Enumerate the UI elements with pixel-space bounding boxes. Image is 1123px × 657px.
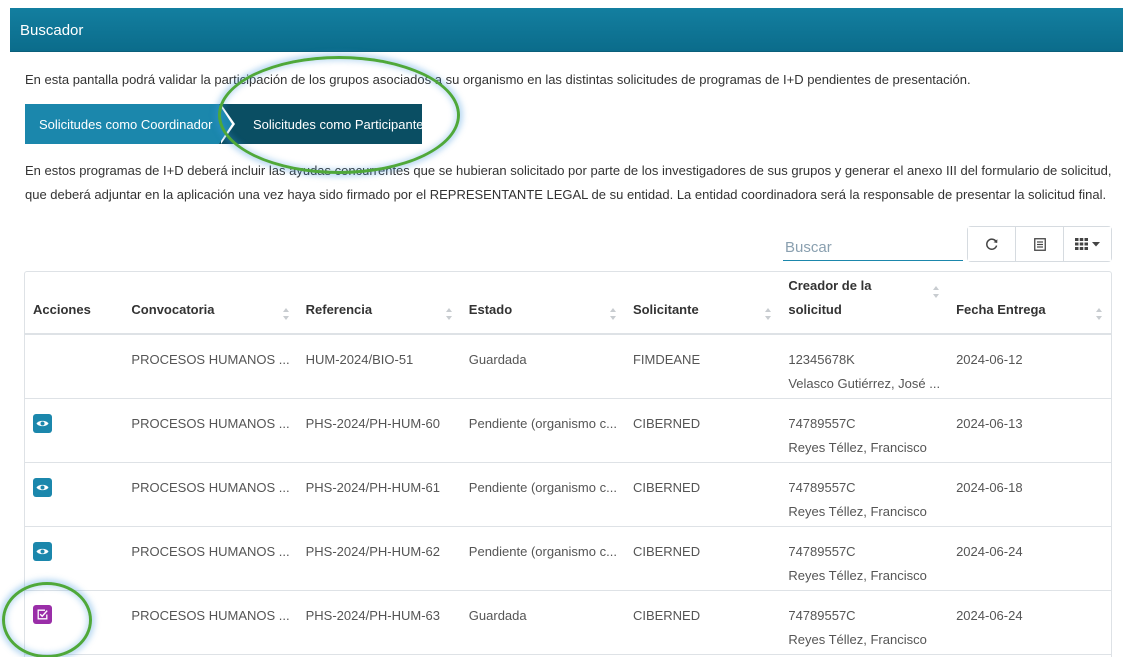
toggle-view-button[interactable] (1016, 227, 1064, 261)
cell-referencia: PHS-2024/PH-HUM-60 (297, 398, 461, 463)
cell-fecha: 2024-06-18 (948, 462, 1111, 527)
tab-arrow (219, 104, 232, 144)
cell-referencia: HUM-2024/BIO-51 (297, 334, 461, 399)
cell-creador: 74789557C Reyes Téllez, Francisco (780, 398, 949, 463)
table-row: PROCESOS HUMANOS ... PHS-2024/PH-HUM-62 … (25, 526, 1111, 591)
description-line-1: En estos programas de I+D deberá incluir… (25, 163, 1112, 178)
list-icon (1033, 237, 1046, 251)
cell-acciones (25, 526, 124, 591)
cell-fecha: 2024-06-13 (948, 398, 1111, 463)
cell-fecha: 2024-06-12 (948, 334, 1111, 399)
table-row: PROCESOS HUMANOS ... PHS-2024/PH-HUM-61 … (25, 462, 1111, 527)
cell-convocatoria: PROCESOS HUMANOS ... (123, 398, 298, 463)
results-table: Acciones Convocatoria Referencia Estado … (25, 272, 1111, 655)
sort-icon (765, 307, 772, 321)
column-header-acciones: Acciones (25, 272, 124, 335)
edit-button[interactable] (33, 604, 52, 624)
table-row: PROCESOS HUMANOS ... PHS-2024/PH-HUM-60 … (25, 398, 1111, 463)
results-table-container: Acciones Convocatoria Referencia Estado … (24, 271, 1112, 657)
cell-estado: Pendiente (organismo c... (460, 526, 625, 591)
search-input[interactable] (783, 229, 963, 261)
cell-estado: Guardada (460, 590, 625, 655)
eye-icon (36, 484, 49, 490)
description-line-2: que deberá adjuntar en la aplicación una… (25, 187, 1107, 202)
column-header-fecha[interactable]: Fecha Entrega (948, 272, 1111, 335)
tab-coordinator-label: Solicitudes como Coordinador (39, 116, 213, 132)
cell-acciones (25, 462, 124, 527)
sort-icon (1096, 307, 1103, 321)
cell-estado: Pendiente (organismo c... (460, 398, 625, 463)
cell-estado: Pendiente (organismo c... (460, 462, 625, 527)
cell-solicitante: CIBERNED (624, 590, 781, 655)
cell-convocatoria: PROCESOS HUMANOS ... (123, 462, 298, 527)
cell-creador: 12345678K Velasco Gutiérrez, José ... (780, 334, 949, 399)
column-header-referencia[interactable]: Referencia (297, 272, 461, 335)
cell-referencia: PHS-2024/PH-HUM-62 (297, 526, 461, 591)
page-title: Buscador (20, 22, 84, 39)
columns-dropdown-button[interactable] (1064, 227, 1111, 261)
tab-participant[interactable]: Solicitudes como Participante (219, 104, 424, 144)
cell-estado: Guardada (460, 334, 625, 399)
view-button[interactable] (33, 477, 52, 497)
description: En estos programas de I+D deberá incluir… (25, 159, 1120, 207)
columns-icon (1075, 238, 1088, 250)
tab-coordinator[interactable]: Solicitudes como Coordinador (25, 104, 220, 144)
column-header-convocatoria[interactable]: Convocatoria (123, 272, 298, 335)
column-header-solicitante[interactable]: Solicitante (624, 272, 781, 335)
cell-fecha: 2024-06-24 (948, 590, 1111, 655)
table-header-row: Acciones Convocatoria Referencia Estado … (25, 272, 1111, 335)
header-bar: Buscador (10, 8, 1123, 52)
tab-participant-label: Solicitudes como Participante (253, 116, 424, 132)
cell-solicitante: CIBERNED (624, 398, 781, 463)
cell-convocatoria: PROCESOS HUMANOS ... (123, 334, 298, 399)
eye-icon (36, 420, 49, 426)
cell-fecha: 2024-06-24 (948, 526, 1111, 591)
cell-solicitante: CIBERNED (624, 462, 781, 527)
tab-bar: Solicitudes como Coordinador Solicitudes… (25, 104, 425, 144)
cell-acciones (25, 590, 124, 655)
cell-acciones (25, 334, 124, 399)
view-button[interactable] (33, 413, 52, 433)
table-row: PROCESOS HUMANOS ... PHS-2024/PH-HUM-63 … (25, 590, 1111, 655)
table-row: PROCESOS HUMANOS ... HUM-2024/BIO-51 Gua… (25, 334, 1111, 399)
table-toolbar (967, 226, 1112, 262)
cell-acciones (25, 398, 124, 463)
edit-check-icon (37, 609, 48, 619)
cell-referencia: PHS-2024/PH-HUM-61 (297, 462, 461, 527)
cell-creador: 74789557C Reyes Téllez, Francisco (780, 526, 949, 591)
cell-solicitante: FIMDEANE (624, 334, 781, 399)
cell-solicitante: CIBERNED (624, 526, 781, 591)
cell-referencia: PHS-2024/PH-HUM-63 (297, 590, 461, 655)
eye-icon (36, 548, 49, 554)
refresh-button[interactable] (968, 227, 1016, 261)
cell-creador: 74789557C Reyes Téllez, Francisco (780, 462, 949, 527)
sort-icon (282, 307, 290, 321)
caret-down-icon (1092, 241, 1100, 246)
view-button[interactable] (33, 541, 52, 561)
column-header-estado[interactable]: Estado (460, 272, 625, 335)
intro-text: En esta pantalla podrá validar la partic… (25, 72, 971, 87)
cell-creador: 74789557C Reyes Téllez, Francisco (780, 590, 949, 655)
sort-icon (609, 307, 617, 321)
sort-icon (933, 285, 940, 299)
column-header-creador[interactable]: Creador de la solicitud (780, 272, 949, 335)
sort-icon (445, 307, 453, 321)
refresh-icon (985, 238, 997, 250)
cell-convocatoria: PROCESOS HUMANOS ... (123, 526, 298, 591)
cell-convocatoria: PROCESOS HUMANOS ... (123, 590, 298, 655)
